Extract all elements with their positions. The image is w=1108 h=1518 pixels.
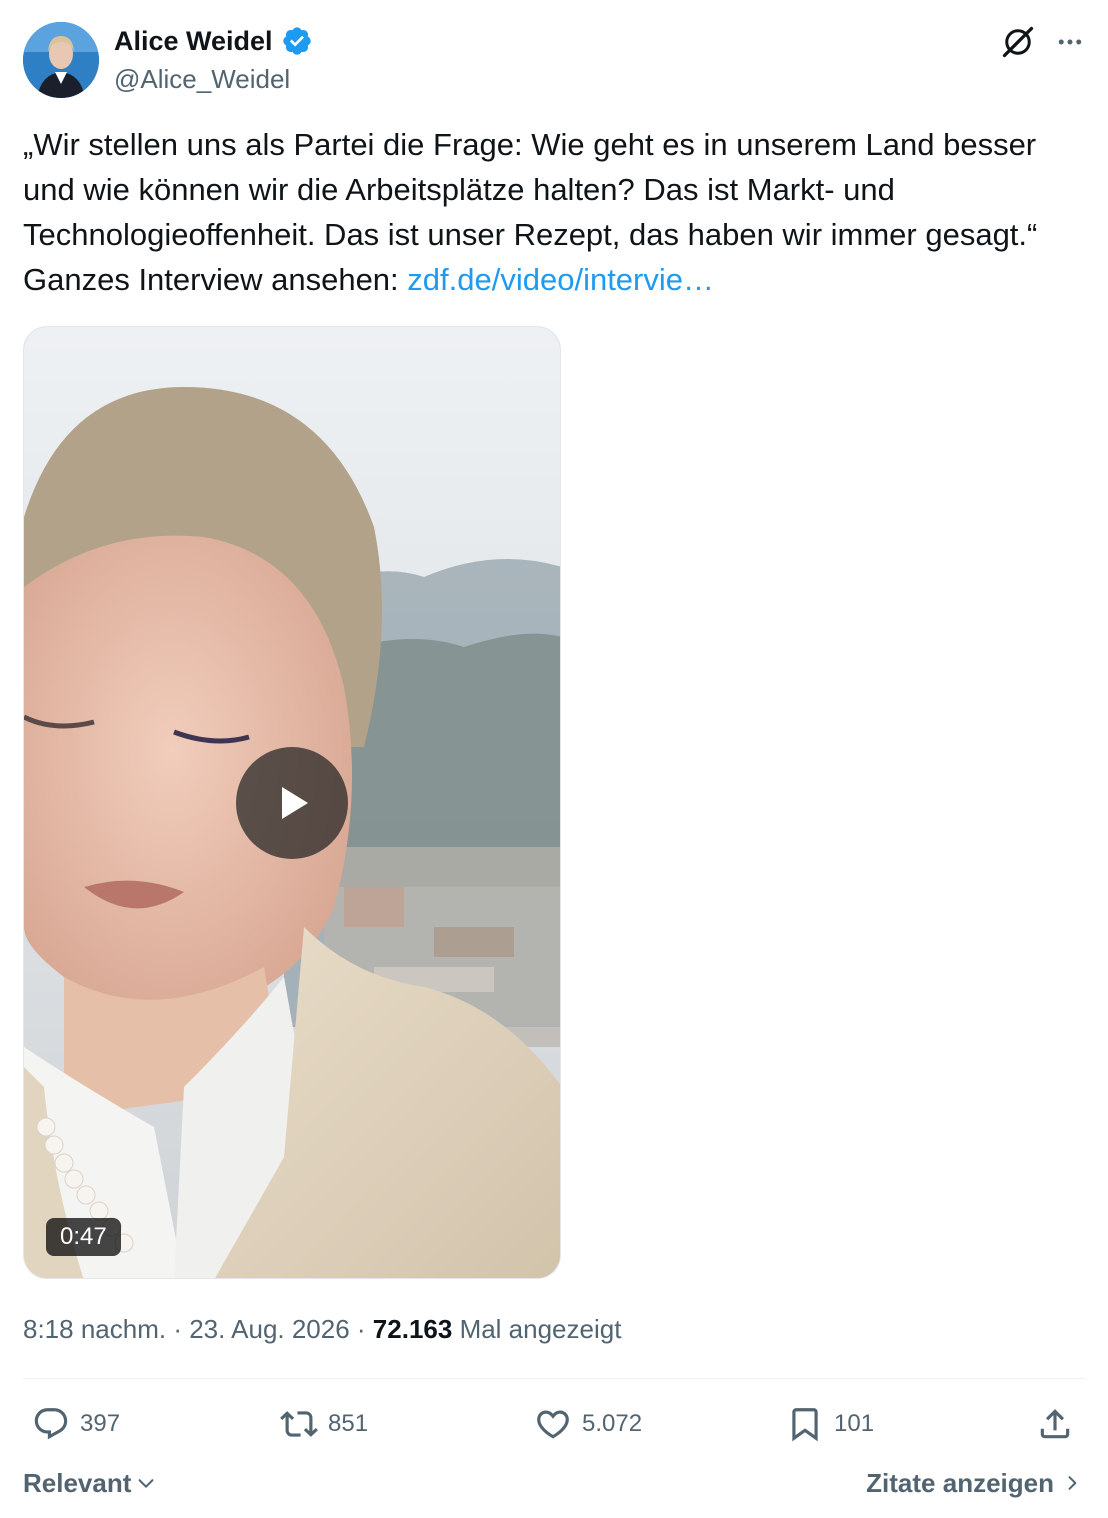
tweet-date[interactable]: 23. Aug. 2026 bbox=[189, 1314, 349, 1344]
like-count: 5.072 bbox=[582, 1410, 643, 1437]
reply-icon bbox=[34, 1408, 68, 1440]
repost-count: 851 bbox=[328, 1410, 369, 1437]
chevron-right-icon bbox=[1068, 1476, 1077, 1490]
video-duration: 0:47 bbox=[46, 1218, 121, 1256]
avatar[interactable] bbox=[23, 22, 99, 98]
tweet-meta: 8:18 nachm. · 23. Aug. 2026 · 72.163 Mal… bbox=[23, 1310, 621, 1348]
repost-icon bbox=[280, 1411, 318, 1437]
heart-icon bbox=[537, 1410, 569, 1439]
reply-button[interactable]: 397 bbox=[32, 1396, 120, 1452]
bookmark-button[interactable]: 101 bbox=[786, 1396, 874, 1452]
view-count: 72.163 bbox=[372, 1314, 453, 1344]
tweet-text: „Wir stellen uns als Partei die Frage: W… bbox=[23, 122, 1085, 302]
share-icon bbox=[1040, 1409, 1070, 1439]
chevron-down-icon bbox=[138, 1479, 154, 1488]
sort-dropdown[interactable]: Relevant bbox=[23, 1464, 157, 1502]
grok-button[interactable] bbox=[996, 20, 1040, 64]
tweet-time[interactable]: 8:18 nachm. bbox=[23, 1314, 166, 1344]
play-icon bbox=[282, 787, 308, 819]
more-icon bbox=[1058, 39, 1082, 45]
bookmark-count: 101 bbox=[834, 1410, 875, 1437]
repost-button[interactable]: 851 bbox=[280, 1396, 368, 1452]
play-button[interactable] bbox=[236, 747, 348, 859]
tweet-link[interactable]: zdf.de/video/intervie… bbox=[407, 262, 714, 297]
like-button[interactable]: 5.072 bbox=[534, 1396, 642, 1452]
views-label: Mal angezeigt bbox=[459, 1314, 622, 1344]
bookmark-icon bbox=[792, 1408, 818, 1442]
avatar-image bbox=[23, 22, 99, 98]
author-handle[interactable]: @Alice_Weidel bbox=[114, 61, 290, 97]
meta-separator-2: · bbox=[349, 1314, 373, 1344]
share-button[interactable] bbox=[1036, 1396, 1074, 1452]
view-quotes-link[interactable]: Zitate anzeigen bbox=[866, 1464, 1082, 1502]
author-name-row: Alice Weidel bbox=[114, 22, 313, 60]
divider bbox=[23, 1378, 1085, 1379]
reply-count: 397 bbox=[80, 1410, 121, 1437]
verified-badge-icon bbox=[282, 27, 311, 55]
more-options-button[interactable] bbox=[1048, 20, 1092, 64]
grok-icon bbox=[1002, 26, 1034, 58]
quotes-label: Zitate anzeigen bbox=[866, 1468, 1054, 1498]
meta-separator-1: · bbox=[166, 1314, 190, 1344]
sort-label: Relevant bbox=[23, 1468, 132, 1498]
author-name[interactable]: Alice Weidel bbox=[114, 22, 273, 60]
